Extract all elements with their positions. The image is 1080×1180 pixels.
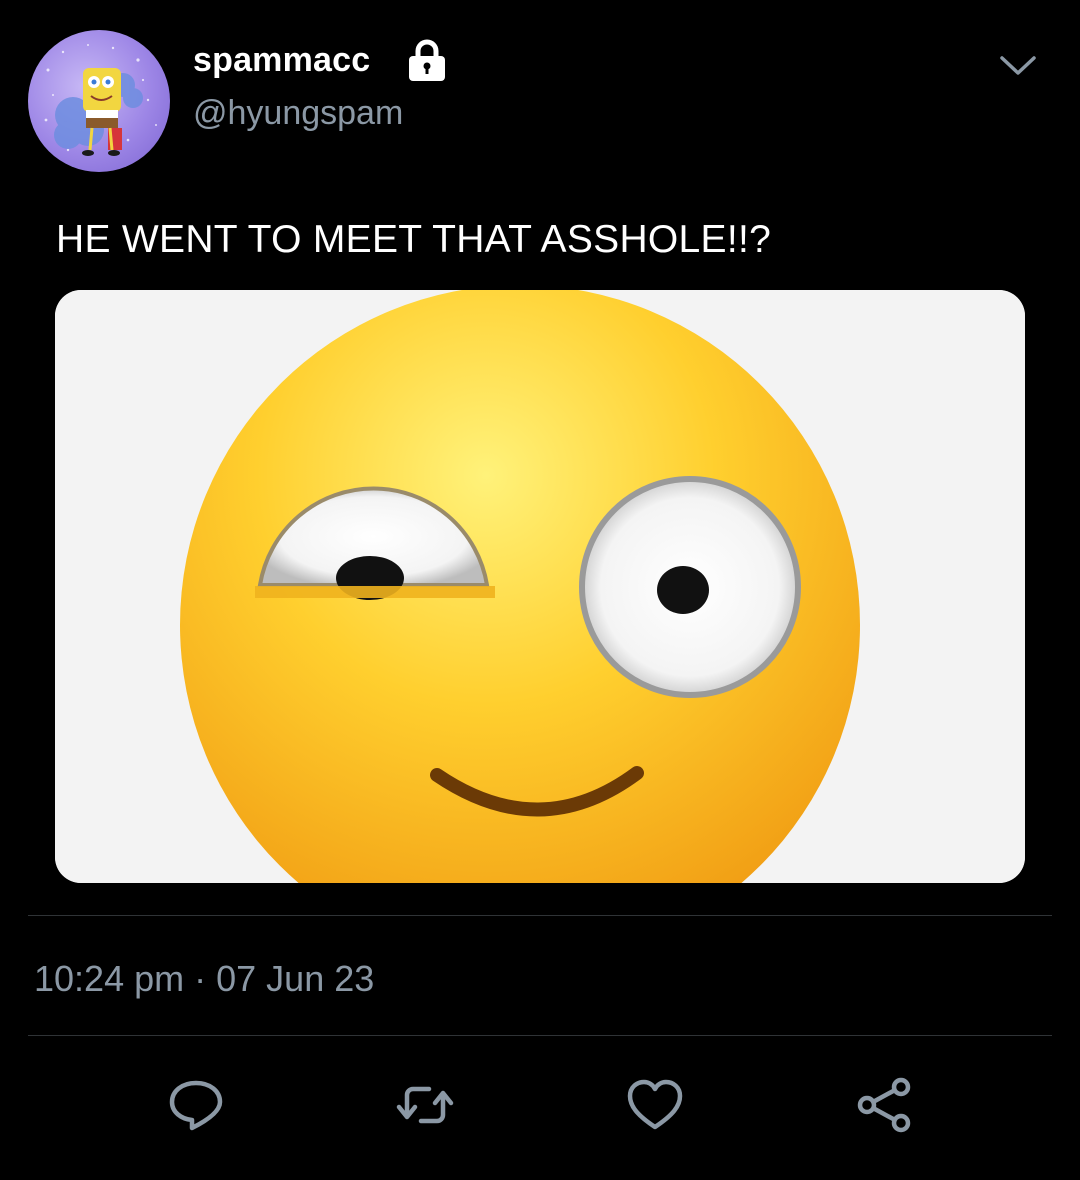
tweet-timestamp[interactable]: 10:24 pm · 07 Jun 23: [34, 958, 374, 1000]
tweet-date: 07 Jun 23: [216, 958, 375, 999]
tweet-media[interactable]: [55, 290, 1025, 883]
timestamp-separator: ·: [194, 958, 207, 999]
tweet-card: spammacc @hyungspam HE WENT TO MEET THAT…: [0, 0, 1080, 1180]
retweet-button[interactable]: [395, 1075, 455, 1135]
display-name[interactable]: spammacc: [193, 41, 370, 80]
avatar[interactable]: [28, 30, 170, 172]
user-handle[interactable]: @hyungspam: [193, 94, 403, 133]
lock-icon: [404, 38, 450, 82]
avatar-image: [44, 44, 157, 156]
divider-top: [28, 915, 1052, 916]
smirking-emoji-image: [55, 290, 1025, 883]
reply-icon: [169, 1080, 223, 1131]
like-button[interactable]: [625, 1075, 685, 1135]
share-button[interactable]: [855, 1075, 915, 1135]
tweet-text: HE WENT TO MEET THAT ASSHOLE!!?: [56, 218, 772, 261]
reply-button[interactable]: [166, 1075, 226, 1135]
tweet-time: 10:24 pm: [34, 958, 185, 999]
heart-icon: [627, 1079, 683, 1130]
retweet-icon: [396, 1086, 454, 1124]
divider-bottom: [28, 1035, 1052, 1036]
share-icon: [857, 1077, 911, 1133]
chevron-down-icon[interactable]: [998, 50, 1038, 80]
